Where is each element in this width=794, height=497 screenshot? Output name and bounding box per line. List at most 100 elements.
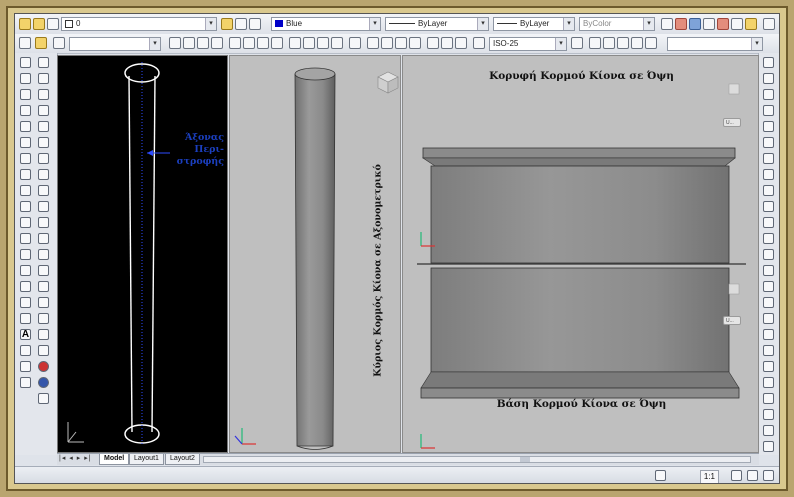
layer-previous-icon[interactable]: [249, 18, 261, 30]
tool-palettes-icon[interactable]: [689, 18, 701, 30]
linetype-dropdown[interactable]: ByLayer ▾: [385, 17, 489, 31]
annotation-visibility-icon[interactable]: [731, 470, 742, 481]
add-selected-icon[interactable]: [20, 345, 31, 356]
linear-dimension-icon[interactable]: [169, 37, 181, 49]
cone-icon[interactable]: [763, 89, 774, 100]
gradient-icon[interactable]: [20, 297, 31, 308]
box-icon[interactable]: [763, 57, 774, 68]
space-icon[interactable]: [331, 37, 343, 49]
color-dropdown[interactable]: Blue ▾: [271, 17, 381, 31]
quick-dimension-icon[interactable]: [289, 37, 301, 49]
help-icon[interactable]: [745, 18, 757, 30]
polyline-icon[interactable]: [20, 89, 31, 100]
sheet-set-icon[interactable]: [703, 18, 715, 30]
copy-icon[interactable]: [38, 73, 49, 84]
table-icon[interactable]: [20, 361, 31, 372]
workspace-icon[interactable]: [35, 37, 47, 49]
erase-icon[interactable]: [38, 57, 49, 68]
chamfer-icon[interactable]: [38, 281, 49, 292]
tolerance-icon[interactable]: [367, 37, 379, 49]
viewcube-icon[interactable]: [377, 71, 399, 94]
3d-orbit-icon[interactable]: [38, 329, 49, 340]
search-icon[interactable]: [53, 37, 65, 49]
torus-icon[interactable]: [763, 137, 774, 148]
tab-layout2[interactable]: Layout2: [165, 454, 200, 465]
section-icon[interactable]: [763, 377, 774, 388]
clean-screen-icon[interactable]: [763, 470, 774, 481]
markup-icon[interactable]: [717, 18, 729, 30]
jogged-icon[interactable]: [243, 37, 255, 49]
baseline-icon[interactable]: [303, 37, 315, 49]
extrude-icon[interactable]: [763, 201, 774, 212]
stretch-icon[interactable]: [38, 185, 49, 196]
free-orbit-icon[interactable]: [38, 345, 49, 356]
break-dim-icon[interactable]: [349, 37, 361, 49]
revcloud-icon[interactable]: [20, 169, 31, 180]
3d-move-icon[interactable]: [763, 329, 774, 340]
cylinder-icon[interactable]: [763, 121, 774, 132]
extend-icon[interactable]: [38, 217, 49, 228]
intersect-icon[interactable]: [763, 313, 774, 324]
loft-icon[interactable]: [763, 265, 774, 276]
tab-model[interactable]: Model: [99, 454, 130, 465]
dim-edit-icon[interactable]: [427, 37, 439, 49]
union-icon[interactable]: [763, 281, 774, 292]
viewcube-icon[interactable]: [728, 83, 740, 95]
arc-icon[interactable]: [20, 137, 31, 148]
radius-icon[interactable]: [229, 37, 241, 49]
multiline-text-icon[interactable]: A: [20, 329, 31, 340]
ucs-object-icon[interactable]: [631, 37, 643, 49]
calculator-icon[interactable]: [731, 18, 743, 30]
ucs-mini-button[interactable]: U...: [723, 316, 741, 325]
view-dropdown[interactable]: ▾: [69, 37, 161, 51]
convert-solid-icon[interactable]: [763, 441, 774, 452]
render-sphere-icon[interactable]: [38, 361, 49, 372]
flatshot-icon[interactable]: [763, 393, 774, 404]
revolve-icon[interactable]: [763, 249, 774, 260]
thicken-icon[interactable]: [763, 409, 774, 420]
3d-rotate-icon[interactable]: [763, 345, 774, 356]
continue-icon[interactable]: [317, 37, 329, 49]
presspull-icon[interactable]: [763, 217, 774, 228]
break-icon[interactable]: [38, 249, 49, 260]
make-current-icon[interactable]: [235, 18, 247, 30]
angular-icon[interactable]: [271, 37, 283, 49]
viewport-elevations[interactable]: Κορυφή Κορμού Κίονα σε Όψη Βάση Κορμού Κ…: [402, 55, 759, 453]
rotate-icon[interactable]: [38, 153, 49, 164]
ucs-face-icon[interactable]: [617, 37, 629, 49]
dim-style-icon[interactable]: [473, 37, 485, 49]
rectangle-icon[interactable]: [20, 121, 31, 132]
properties-icon[interactable]: [661, 18, 673, 30]
ordinate-icon[interactable]: [211, 37, 223, 49]
mirror-icon[interactable]: [38, 89, 49, 100]
ucs-view-icon[interactable]: [645, 37, 657, 49]
ucs-world-icon[interactable]: [589, 37, 601, 49]
ucs-dropdown[interactable]: ▾: [667, 37, 763, 51]
center-mark-icon[interactable]: [381, 37, 393, 49]
circle-icon[interactable]: [20, 153, 31, 164]
offset-icon[interactable]: [38, 105, 49, 116]
subtract-icon[interactable]: [763, 297, 774, 308]
arc-length-icon[interactable]: [197, 37, 209, 49]
lock-icon[interactable]: [47, 18, 59, 30]
jogged-linear-icon[interactable]: [409, 37, 421, 49]
polygon-icon[interactable]: [20, 105, 31, 116]
material-sphere-icon[interactable]: [38, 377, 49, 388]
pyramid-icon[interactable]: [763, 153, 774, 164]
region-icon[interactable]: [20, 313, 31, 324]
annotation-scale[interactable]: 1:1: [699, 470, 719, 483]
aligned-dimension-icon[interactable]: [183, 37, 195, 49]
workspace-switch-icon[interactable]: [747, 470, 758, 481]
array-icon[interactable]: [38, 121, 49, 132]
planar-surface-icon[interactable]: [763, 185, 774, 196]
dim-text-edit-icon[interactable]: [441, 37, 453, 49]
helix-icon[interactable]: [763, 169, 774, 180]
tab-layout1[interactable]: Layout1: [129, 454, 164, 465]
wedge-icon[interactable]: [763, 73, 774, 84]
lightbulb-icon[interactable]: [19, 18, 31, 30]
viewcube-icon[interactable]: [728, 283, 740, 295]
sphere-icon[interactable]: [763, 105, 774, 116]
trim-icon[interactable]: [38, 201, 49, 212]
fillet-icon[interactable]: [38, 297, 49, 308]
move-icon[interactable]: [38, 137, 49, 148]
